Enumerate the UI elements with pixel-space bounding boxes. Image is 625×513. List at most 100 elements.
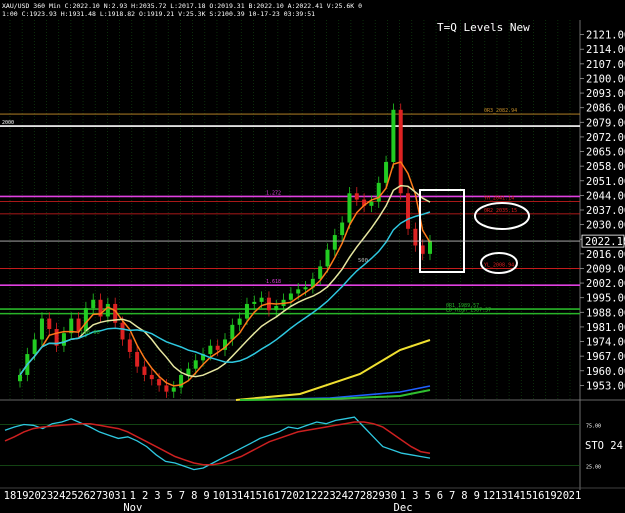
time-tick-label: 13 xyxy=(225,490,238,502)
candle-body xyxy=(340,222,345,236)
highlight-box xyxy=(419,189,465,273)
candles xyxy=(18,103,432,398)
time-tick-label: 31 xyxy=(114,490,127,502)
candle-body xyxy=(193,360,198,369)
time-tick-label: 7 xyxy=(449,490,455,502)
stochastic-oscillator: 75.00 25.00 STO 24. xyxy=(0,416,625,471)
price-tick-label: 2058.00 xyxy=(586,161,625,173)
candle-body xyxy=(384,161,389,183)
candle-body xyxy=(142,366,147,375)
time-tick-label: 7 xyxy=(179,490,185,502)
candle-body xyxy=(230,324,235,340)
candle-body xyxy=(157,379,162,386)
time-tick-label: 24 xyxy=(335,490,348,502)
price-tick-label: 2079.00 xyxy=(586,117,625,129)
level-label: YL_2008.94 xyxy=(484,263,514,269)
time-tick-label: 29 xyxy=(372,490,385,502)
month-label: Nov xyxy=(123,502,142,513)
price-axis[interactable]: 2121.00 2114.00 2107.00 2100.00 2093.00 2086.… xyxy=(0,30,625,393)
time-tick-label: 24 xyxy=(53,490,66,502)
oscillator-label: STO 24. xyxy=(585,440,625,452)
time-tick-label: 14 xyxy=(507,490,520,502)
level-label: 0R2_2035.15 xyxy=(484,208,517,214)
level-label: LD_High_1987.37 xyxy=(446,308,491,314)
time-tick-label: 10 xyxy=(212,490,225,502)
price-tick-label: 2093.00 xyxy=(586,88,625,100)
price-levels: 0R3_2082.94 2000 1.272 YH_2041.14 0R2_2035.1… xyxy=(0,108,580,315)
candle-body xyxy=(149,374,154,380)
candle-body xyxy=(91,299,96,309)
time-tick-label: 6 xyxy=(437,490,443,502)
candle-body xyxy=(105,303,110,317)
time-tick-label: 12 xyxy=(483,490,496,502)
time-tick-label: 26 xyxy=(77,490,90,502)
price-tick-label: 2030.00 xyxy=(586,220,625,232)
candle-body xyxy=(420,245,425,254)
stochastic-d-line xyxy=(4,421,431,466)
price-tick-label: 2037.00 xyxy=(586,205,625,217)
candle-body xyxy=(208,345,213,355)
candle-body xyxy=(413,228,418,246)
time-tick-label: 16 xyxy=(262,490,275,502)
time-tick-label: 20 xyxy=(286,490,299,502)
annotation-label: 500 xyxy=(358,258,368,264)
price-tick-label: 1988.00 xyxy=(586,307,625,319)
time-tick-label: 25 xyxy=(65,490,78,502)
candle-body xyxy=(318,266,323,279)
header-line-1: XAU/USD 360 Min C:2022.10 N:2.93 H:2035.… xyxy=(2,2,362,10)
time-tick-label: 15 xyxy=(249,490,262,502)
price-tick-label: 2044.00 xyxy=(586,190,625,202)
time-tick-label: 20 xyxy=(28,490,41,502)
time-tick-label: 15 xyxy=(520,490,533,502)
chart-title: T=Q Levels New xyxy=(437,21,530,34)
price-tick-label: 2114.00 xyxy=(586,44,625,56)
time-tick-label: 20 xyxy=(556,490,569,502)
price-tick-label: 2009.00 xyxy=(586,263,625,275)
candle-body xyxy=(274,306,279,311)
time-tick-label: 27 xyxy=(348,490,361,502)
annotation-label: 188.00 xyxy=(80,330,100,336)
candle-body xyxy=(428,241,432,254)
candle-body xyxy=(252,301,257,304)
slow-moving-average-line xyxy=(235,339,431,401)
price-chart[interactable]: 0R3_2082.94 2000 1.272 YH_2041.14 0R2_2035.1… xyxy=(0,0,625,513)
price-tick-label: 2002.00 xyxy=(586,278,625,290)
time-tick-label: 21 xyxy=(569,490,582,502)
time-tick-label: 13 xyxy=(495,490,508,502)
time-tick-label: 3 xyxy=(412,490,418,502)
price-tick-label: 2107.00 xyxy=(586,59,625,71)
candle-body xyxy=(39,318,44,340)
candle-body xyxy=(391,109,396,162)
candle-body xyxy=(47,318,52,330)
candle-body xyxy=(164,385,169,392)
candle-body xyxy=(83,308,88,332)
time-tick-label: 23 xyxy=(41,490,54,502)
candle-body xyxy=(127,339,132,352)
current-price-label: 2022.10 xyxy=(585,236,625,248)
candle-body xyxy=(120,322,125,340)
level-label: 1.618 xyxy=(266,279,281,285)
time-axis[interactable]: 18 19 20 23 24 25 26 27 30 31 1 2 3 5 7 8 9 10 13 14 15 16 17 2… xyxy=(4,490,582,513)
moving-averages xyxy=(19,161,431,401)
time-tick-label: 23 xyxy=(323,490,336,502)
candle-body xyxy=(259,297,264,302)
price-tick-label: 1953.00 xyxy=(586,380,625,392)
grid xyxy=(0,20,625,490)
candle-body xyxy=(347,193,352,223)
price-tick-label: 1967.00 xyxy=(586,351,625,363)
candle-body xyxy=(332,235,337,250)
month-label: Dec xyxy=(394,502,413,513)
header-line-2: 1:00 C:1923.93 H:1931.48 L:1918.82 O:191… xyxy=(2,10,315,18)
candle-body xyxy=(18,374,22,382)
time-tick-label: 30 xyxy=(102,490,115,502)
level-label: YH_2041.14 xyxy=(484,195,514,201)
candle-body xyxy=(354,193,359,200)
level-label: 2000 xyxy=(2,120,14,126)
candle-body xyxy=(288,293,293,300)
candle-body xyxy=(376,182,381,202)
time-tick-label: 16 xyxy=(532,490,545,502)
candle-body xyxy=(32,339,37,355)
candle-body xyxy=(61,333,66,346)
candle-body xyxy=(171,387,176,392)
price-tick-label: 2016.00 xyxy=(586,249,625,261)
